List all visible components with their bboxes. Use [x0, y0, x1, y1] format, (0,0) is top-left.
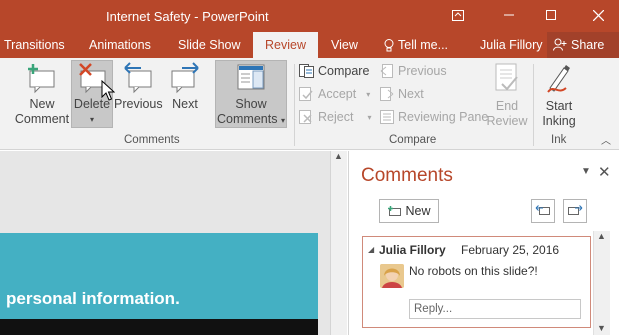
show-comments-label-2: Comments ▾ [217, 112, 285, 126]
reviewing-pane-label: Reviewing Pane [398, 110, 489, 124]
reviewing-pane-icon [380, 110, 394, 124]
comments-pane-title: Comments [361, 165, 453, 186]
compare-button[interactable]: Compare [299, 64, 369, 78]
comment-date: February 25, 2016 [461, 243, 560, 257]
tell-me-search[interactable]: Tell me... [384, 38, 448, 52]
compare-label: Compare [318, 64, 370, 78]
tab-view[interactable]: View [331, 38, 358, 52]
next-comment-icon [171, 62, 199, 94]
comments-group-label: Comments [124, 134, 180, 146]
pane-scroll-up-icon[interactable]: ▲ [597, 231, 606, 241]
compare-group-label: Compare [389, 134, 437, 146]
previous-label: Previous [114, 97, 163, 111]
new-comment-button[interactable]: New Comment [12, 62, 72, 127]
ribbon-review: New Comment Delete ▾ Previous Next Show … [0, 58, 619, 150]
accept-icon [299, 87, 313, 101]
compare-icon [299, 64, 314, 78]
new-comment-icon [28, 64, 55, 94]
next-change-label: Next [398, 87, 424, 101]
comment-author: Julia Fillory [379, 243, 446, 257]
ink-group-label: Ink [551, 134, 567, 146]
previous-comment-small-icon [535, 205, 550, 215]
end-review-label-1: End [495, 99, 519, 113]
comments-pane: Comments ▼ ✕ New ◢ Julia Fillory Februar… [348, 151, 619, 335]
close-button[interactable] [583, 5, 613, 25]
end-review-icon [495, 63, 518, 91]
tab-slide-show[interactable]: Slide Show [178, 38, 241, 52]
share-person-icon [553, 38, 567, 51]
share-button[interactable]: Share [547, 32, 619, 58]
pane-next-comment-button[interactable] [563, 199, 587, 223]
group-separator [294, 64, 295, 146]
new-comment-label-2: Comment [14, 112, 70, 126]
start-inking-label-2: Inking [542, 114, 576, 128]
next-label: Next [172, 97, 198, 111]
minimize-button[interactable] [494, 5, 524, 25]
pane-options-icon[interactable]: ▼ [581, 166, 591, 177]
previous-change-label: Previous [398, 64, 447, 78]
new-comment-small-icon [388, 205, 402, 216]
slide-footer-band [0, 319, 318, 335]
pane-scroll-down-icon[interactable]: ▼ [597, 323, 606, 333]
tab-transitions[interactable]: Transitions [4, 38, 65, 52]
comment-text: No robots on this slide?! [409, 264, 538, 278]
collapse-thread-icon[interactable]: ◢ [368, 245, 374, 254]
tell-me-label: Tell me... [398, 38, 449, 52]
comment-card[interactable]: ◢ Julia Fillory February 25, 2016 No rob… [362, 236, 591, 328]
show-comments-button[interactable]: Show Comments ▾ [215, 62, 287, 128]
end-review-button[interactable]: End Review [484, 62, 530, 129]
previous-comment-button[interactable]: Previous [114, 62, 163, 112]
ribbon-display-options-icon[interactable] [443, 5, 473, 25]
new-comment-label-1: New [29, 97, 55, 111]
user-name[interactable]: Julia Fillory [480, 38, 543, 52]
tab-review[interactable]: Review [253, 32, 318, 58]
slide-scrollbar[interactable]: ▲ [330, 151, 347, 335]
collapse-ribbon-icon[interactable]: ︿ [601, 132, 611, 147]
reject-button[interactable]: Reject ▾ [299, 110, 371, 124]
previous-change-button[interactable]: Previous [380, 64, 447, 78]
show-comments-label-1: Show [235, 97, 267, 111]
avatar [380, 264, 404, 288]
show-comments-icon [237, 64, 265, 90]
share-label: Share [571, 38, 605, 52]
previous-comment-icon [124, 62, 152, 94]
comments-scrollbar[interactable]: ▲ ▼ [593, 231, 610, 335]
accept-dropdown-icon[interactable]: ▾ [366, 90, 370, 99]
lightbulb-icon [384, 38, 394, 51]
accept-label: Accept [318, 87, 357, 101]
new-label: New [405, 204, 431, 218]
slide-editor[interactable]: personal information. [0, 151, 330, 335]
slide-canvas[interactable]: personal information. [0, 233, 318, 335]
next-comment-button[interactable]: Next [164, 62, 206, 112]
ribbon-tabs: Transitions Animations Slide Show Review… [0, 32, 619, 58]
reject-label: Reject [318, 110, 354, 124]
delete-dropdown-icon[interactable]: ▾ [71, 112, 113, 127]
close-pane-icon[interactable]: ✕ [598, 163, 611, 181]
previous-change-icon [380, 64, 393, 78]
reject-dropdown-icon[interactable]: ▾ [367, 113, 371, 122]
next-change-icon [380, 87, 394, 101]
tab-animations[interactable]: Animations [89, 38, 151, 52]
reject-icon [299, 110, 312, 124]
start-inking-label-1: Start [545, 99, 573, 113]
reply-input[interactable]: Reply... [409, 299, 581, 319]
pen-icon [547, 65, 570, 93]
accept-button[interactable]: Accept ▾ [299, 87, 370, 101]
reviewing-pane-button[interactable]: Reviewing Pane [380, 110, 488, 124]
window-title: Internet Safety - PowerPoint [106, 9, 269, 24]
group-separator [533, 64, 534, 146]
title-bar: Internet Safety - PowerPoint [0, 0, 619, 32]
next-change-button[interactable]: Next [380, 87, 424, 101]
start-inking-button[interactable]: Start Inking [537, 62, 581, 129]
slide-text[interactable]: personal information. [6, 289, 180, 309]
pane-previous-comment-button[interactable] [531, 199, 555, 223]
scroll-up-icon[interactable]: ▲ [334, 151, 343, 161]
new-comment-pane-button[interactable]: New [379, 199, 439, 223]
next-comment-small-icon [568, 205, 583, 215]
mouse-cursor-icon [101, 80, 115, 101]
end-review-label-2: Review [486, 114, 528, 128]
maximize-button[interactable] [536, 5, 566, 25]
